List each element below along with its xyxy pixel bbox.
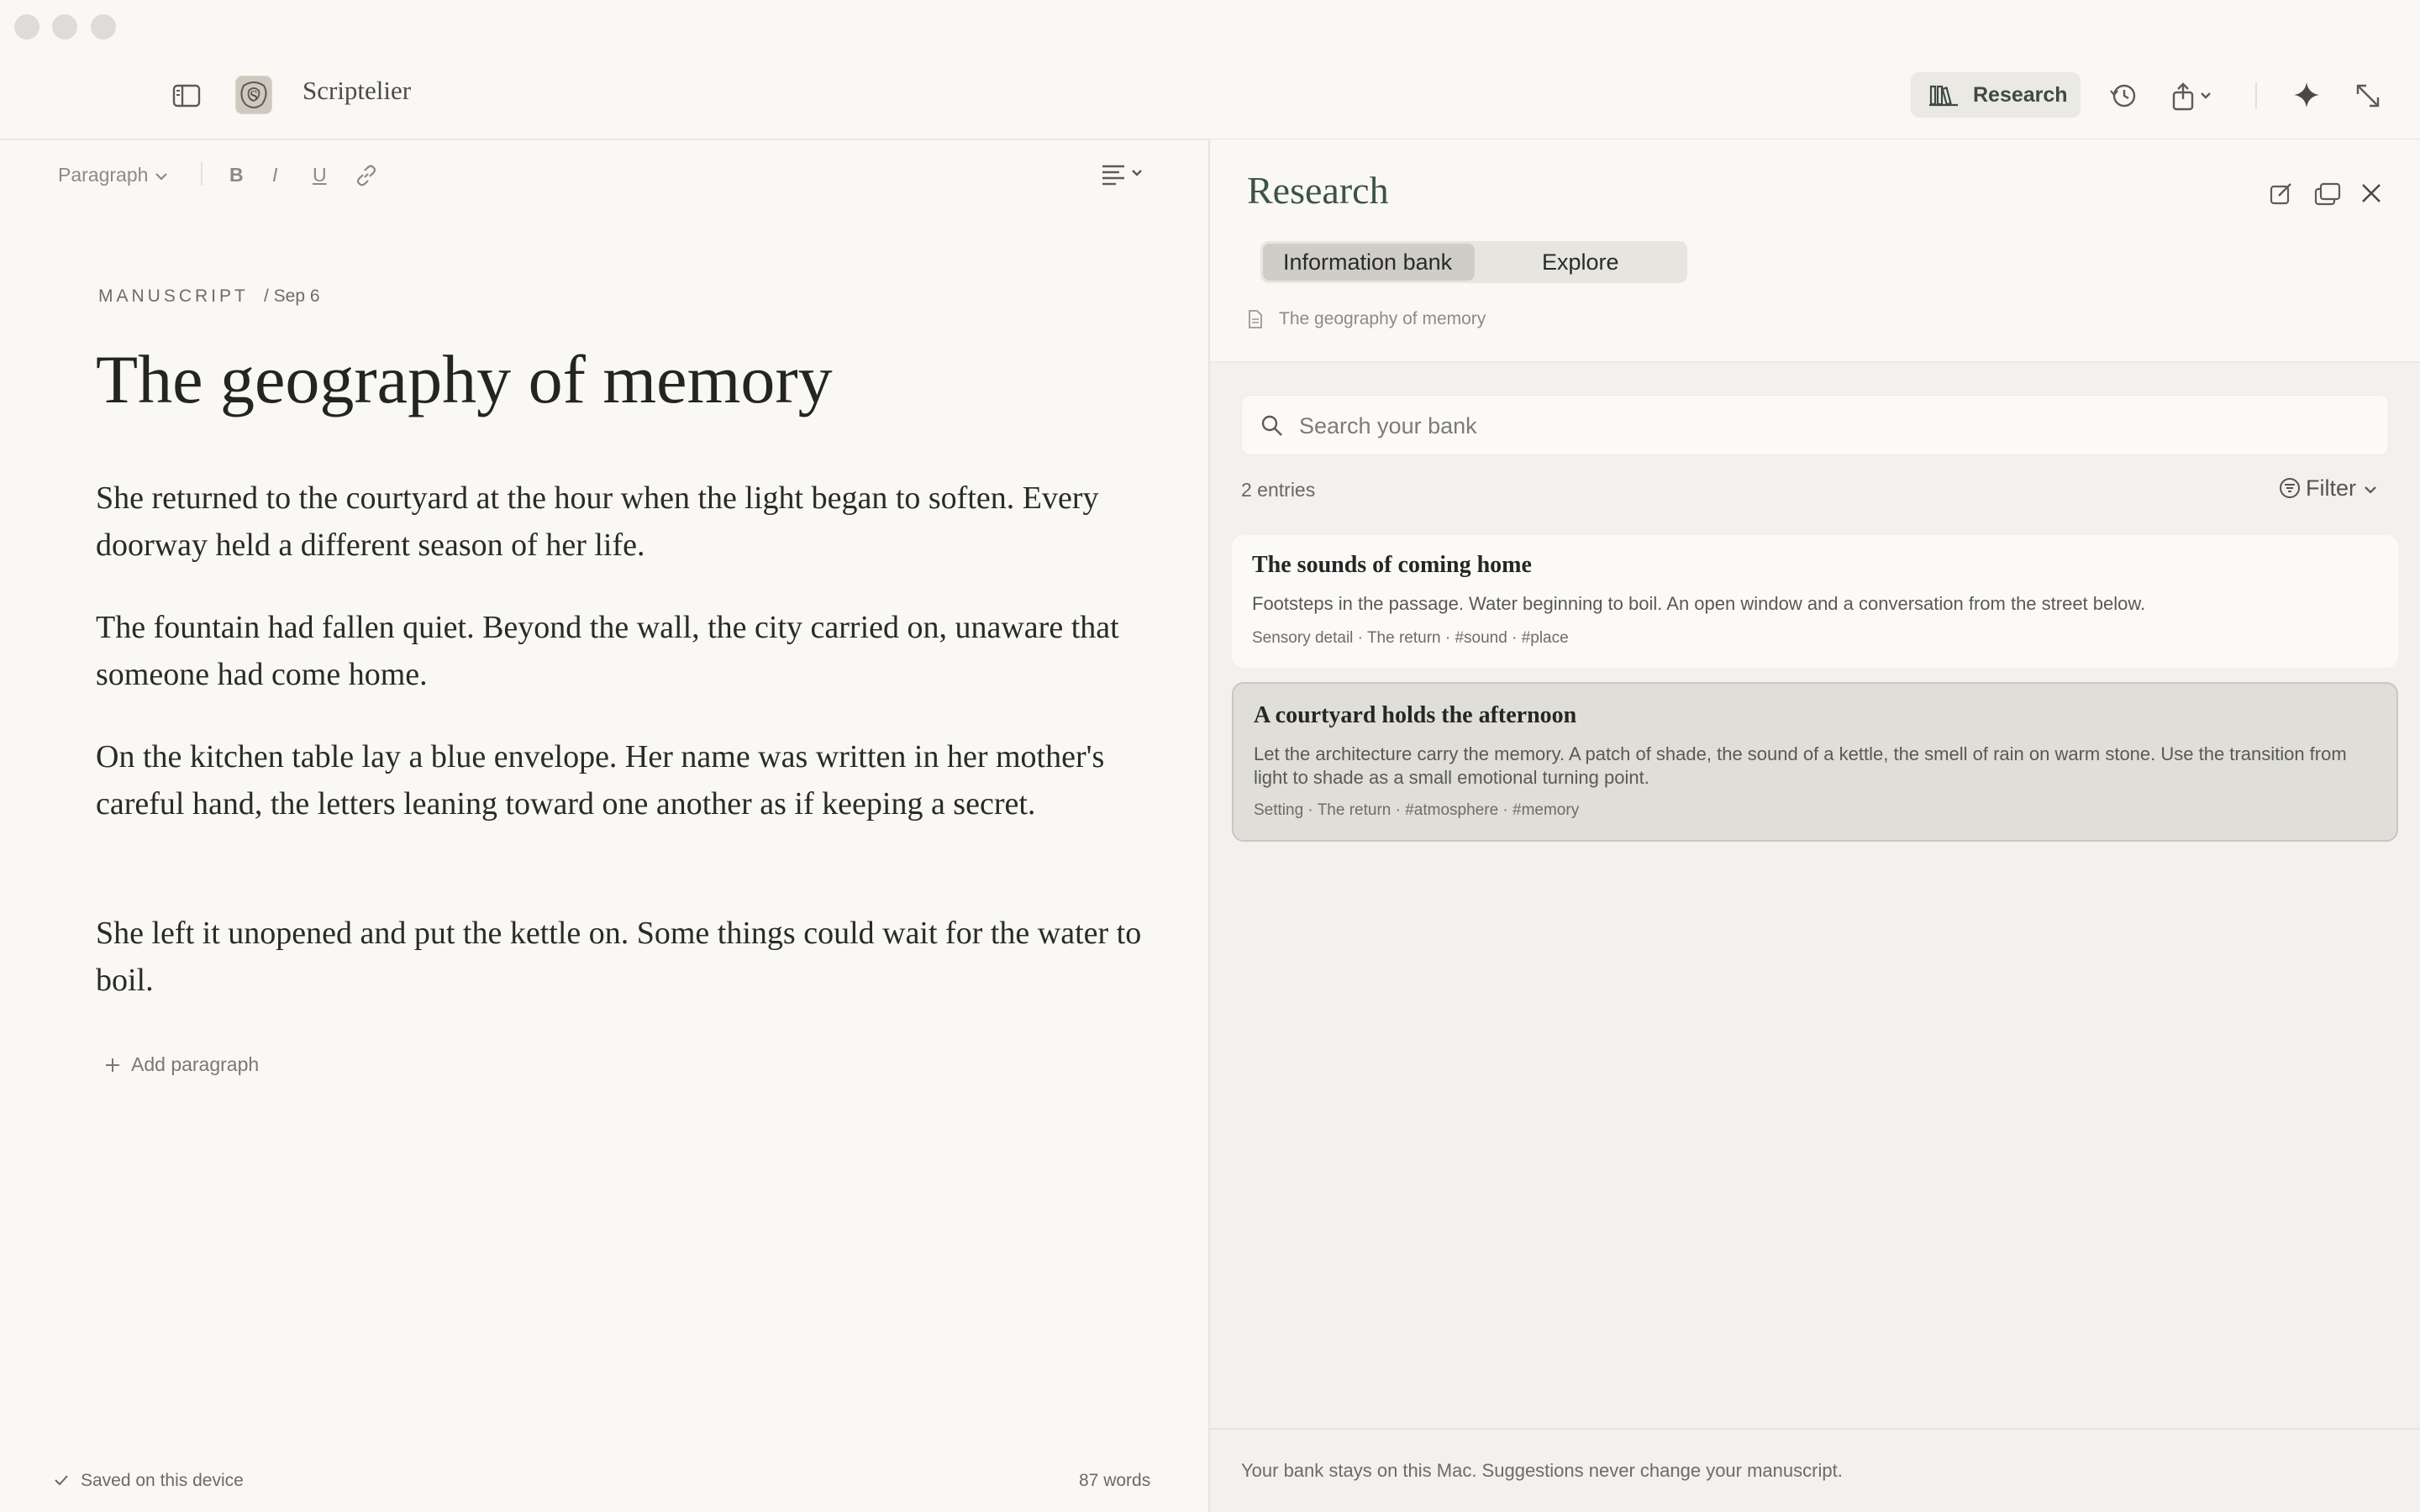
underline-button[interactable]: U <box>313 164 327 186</box>
word-count: 87 words <box>1079 1471 1151 1490</box>
app-title: Scriptelier <box>302 76 412 105</box>
research-entry-card-selected[interactable]: A courtyard holds the afternoon Let the … <box>1232 682 2398 842</box>
tab-information-bank[interactable]: Information bank <box>1263 244 1475 281</box>
entry-meta: Setting · The return · #atmosphere · #me… <box>1254 801 1580 819</box>
toolbar-divider <box>2255 82 2257 109</box>
title-bar <box>0 0 2420 140</box>
text-align-menu-button[interactable] <box>1101 162 1148 187</box>
sidebar-toggle-icon[interactable] <box>172 83 201 108</box>
entry-body: Footsteps in the passage. Water beginnin… <box>1252 593 2146 614</box>
entry-title: The sounds of coming home <box>1252 552 1532 578</box>
open-window-icon[interactable] <box>2314 181 2341 207</box>
document-title[interactable]: The geography of memory <box>96 340 833 419</box>
save-status: Saved on this device <box>54 1471 244 1491</box>
expand-icon[interactable] <box>2354 82 2381 109</box>
document-icon <box>1247 309 1264 329</box>
paragraph[interactable]: The fountain had fallen quiet. Beyond th… <box>96 604 1155 698</box>
app-logo: S <box>235 76 272 114</box>
document-date: / Sep 6 <box>264 286 320 306</box>
entry-title: A courtyard holds the afternoon <box>1254 702 1577 728</box>
link-icon[interactable] <box>354 163 379 188</box>
save-status-label: Saved on this device <box>81 1471 244 1490</box>
library-icon <box>1929 83 1958 107</box>
tab-label: Explore <box>1542 249 1619 275</box>
research-entry-card[interactable]: The sounds of coming home Footsteps in t… <box>1232 535 2398 668</box>
section-label: MANUSCRIPT <box>98 286 249 306</box>
checkmark-icon <box>54 1473 69 1488</box>
svg-text:S: S <box>250 87 258 104</box>
search-bar <box>1241 395 2389 455</box>
close-window-button[interactable] <box>14 14 39 39</box>
minimize-window-button[interactable] <box>52 14 77 39</box>
paragraph[interactable]: She returned to the courtyard at the hou… <box>96 475 1155 569</box>
chevron-down-icon <box>2363 484 2378 496</box>
new-note-icon[interactable] <box>2269 181 2294 207</box>
filter-button[interactable]: Filter <box>2279 475 2378 501</box>
paragraph[interactable]: On the kitchen table lay a blue envelope… <box>96 733 1155 827</box>
paragraph-style-label: Paragraph <box>58 164 149 186</box>
paragraph[interactable]: She left it unopened and put the kettle … <box>96 910 1155 1004</box>
filter-label: Filter <box>2306 475 2356 501</box>
entry-count: 2 entries <box>1241 479 1316 501</box>
plus-icon <box>104 1057 121 1074</box>
research-panel-title: Research <box>1247 169 1389 212</box>
italic-button[interactable]: I <box>272 164 277 186</box>
search-input[interactable] <box>1297 409 2309 443</box>
research-toggle-button[interactable]: Research <box>1911 72 2081 118</box>
zoom-window-button[interactable] <box>91 14 116 39</box>
history-icon[interactable] <box>2109 82 2138 109</box>
tab-label: Information bank <box>1283 249 1453 275</box>
bold-button[interactable]: B <box>229 164 244 186</box>
filter-icon <box>2279 477 2301 499</box>
toolbar-separator <box>201 162 203 186</box>
entry-body: Let the architecture carry the memory. A… <box>1254 743 2347 788</box>
research-button-label: Research <box>1973 83 2068 107</box>
entry-meta: Sensory detail · The return · #sound · #… <box>1252 629 1569 647</box>
search-icon <box>1260 414 1284 438</box>
privacy-note: Your bank stays on this Mac. Suggestions… <box>1241 1460 1843 1481</box>
share-menu-button[interactable] <box>2171 82 2218 111</box>
add-paragraph-label: Add paragraph <box>131 1053 260 1075</box>
chevron-down-icon <box>154 171 169 182</box>
tab-explore[interactable]: Explore <box>1475 244 1685 281</box>
close-panel-icon[interactable] <box>2360 181 2383 205</box>
sparkle-icon[interactable] <box>2292 81 2321 109</box>
paragraph-style-select[interactable]: Paragraph <box>58 164 169 186</box>
panel-footer-divider <box>1210 1428 2420 1430</box>
add-paragraph-button[interactable]: Add paragraph <box>104 1053 259 1076</box>
context-document: The geography of memory <box>1279 309 1486 328</box>
